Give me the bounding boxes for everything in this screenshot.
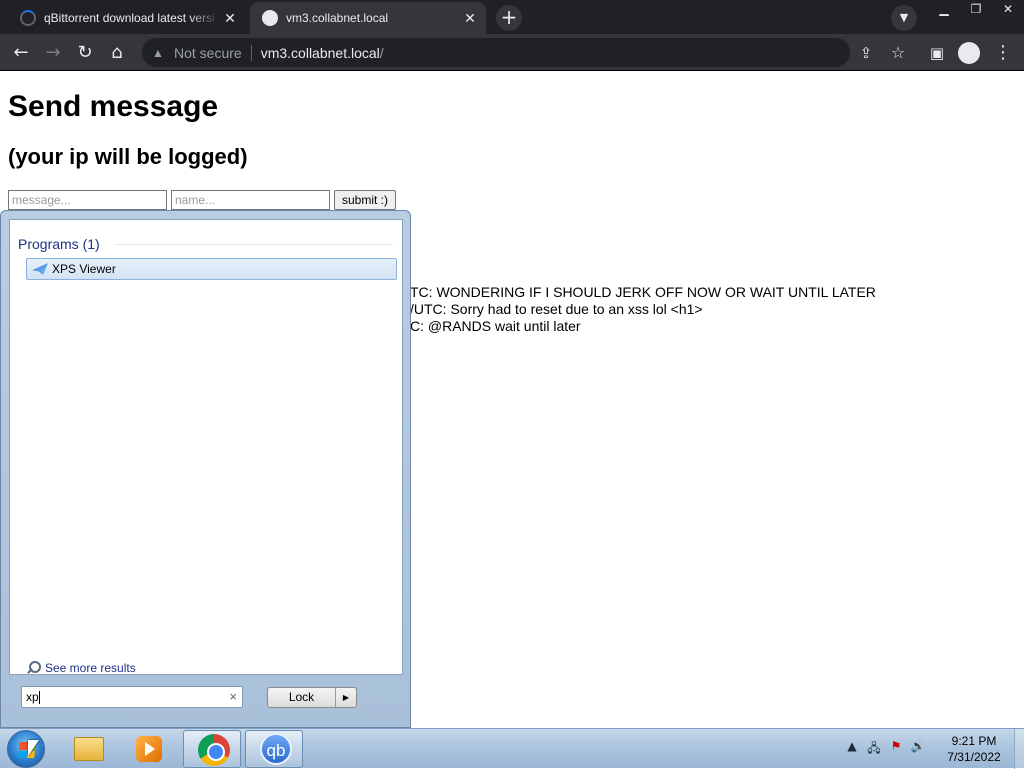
show-hidden-icons-arrow-icon[interactable]: ▲ bbox=[844, 739, 860, 760]
browser-tab-strip: qBittorrent download latest versi ✕ vm3.… bbox=[0, 0, 1024, 34]
home-icon[interactable]: ⌂ bbox=[104, 40, 130, 66]
power-options-arrow-icon[interactable]: ▶ bbox=[335, 688, 356, 707]
side-panel-icon[interactable]: ▣ bbox=[924, 40, 950, 66]
tab-title: vm3.collabnet.local bbox=[286, 11, 389, 25]
chrome-taskbar-button[interactable] bbox=[183, 730, 241, 768]
qbittorrent-taskbar-button[interactable]: qb bbox=[245, 730, 303, 768]
start-search-input[interactable]: xp × bbox=[21, 686, 243, 708]
text-caret bbox=[38, 691, 40, 705]
new-tab-button[interactable]: + bbox=[496, 5, 522, 31]
show-desktop-button[interactable] bbox=[1014, 729, 1024, 769]
restore-button[interactable]: ❐ bbox=[960, 0, 992, 18]
notification-area: ▲ 🖧 ⚑ 🔊 bbox=[844, 739, 926, 760]
search-text: xp bbox=[26, 690, 39, 704]
reload-icon[interactable]: ↻ bbox=[72, 40, 98, 66]
network-icon[interactable]: 🖧 bbox=[866, 739, 882, 760]
menu-kebab-icon[interactable]: ⋮ bbox=[990, 40, 1016, 66]
start-menu: Programs (1) XPS Viewer See more results… bbox=[0, 210, 411, 728]
start-button[interactable] bbox=[7, 730, 45, 768]
volume-icon[interactable]: 🔊 bbox=[910, 739, 926, 760]
system-clock[interactable]: 9:21 PM 7/31/2022 bbox=[930, 733, 1018, 765]
url-path: / bbox=[379, 44, 384, 61]
group-divider bbox=[115, 244, 393, 245]
loading-spinner-icon bbox=[20, 10, 36, 26]
profile-avatar-icon[interactable] bbox=[956, 40, 982, 66]
browser-toolbar: ← → ↻ ⌂ ▲ Not secure vm3.collabnet.local… bbox=[0, 34, 1024, 71]
clear-search-icon[interactable]: × bbox=[229, 687, 237, 707]
xps-viewer-icon bbox=[32, 263, 48, 275]
share-icon[interactable]: ⇪ bbox=[853, 40, 879, 66]
window-controls: ▁ ❐ ✕ bbox=[928, 0, 1024, 18]
message-line: TC: WONDERING IF I SHOULD JERK OFF NOW O… bbox=[410, 284, 876, 300]
windows-explorer-icon[interactable] bbox=[74, 737, 104, 761]
taskbar: qb ▲ 🖧 ⚑ 🔊 9:21 PM 7/31/2022 bbox=[0, 728, 1024, 769]
chrome-icon bbox=[198, 734, 230, 766]
result-label: XPS Viewer bbox=[52, 262, 116, 276]
results-group-heading: Programs (1) bbox=[18, 236, 100, 252]
tab-close-icon[interactable]: ✕ bbox=[220, 10, 240, 27]
page-title: Send message bbox=[8, 90, 219, 123]
tab-close-icon[interactable]: ✕ bbox=[460, 10, 480, 27]
search-results-pane: Programs (1) XPS Viewer See more results bbox=[9, 219, 403, 675]
submit-button[interactable]: submit :) bbox=[334, 190, 397, 210]
globe-icon bbox=[262, 10, 278, 26]
message-list: TC: WONDERING IF I SHOULD JERK OFF NOW O… bbox=[410, 284, 876, 335]
address-bar[interactable]: ▲ Not secure vm3.collabnet.local / bbox=[142, 38, 850, 67]
tab-search-button[interactable]: ▼ bbox=[891, 5, 917, 31]
action-center-flag-icon[interactable]: ⚑ bbox=[888, 739, 904, 760]
bookmark-star-icon[interactable]: ☆ bbox=[885, 40, 911, 66]
tab-qbittorrent[interactable]: qBittorrent download latest versi ✕ bbox=[8, 2, 246, 34]
media-player-icon[interactable] bbox=[136, 736, 162, 762]
tab-vm3-collabnet[interactable]: vm3.collabnet.local ✕ bbox=[250, 2, 486, 34]
see-more-label: See more results bbox=[45, 661, 136, 675]
clock-time: 9:21 PM bbox=[951, 734, 997, 748]
page-subtitle: (your ip will be logged) bbox=[8, 144, 248, 169]
qbittorrent-icon: qb bbox=[260, 733, 292, 765]
tab-title: qBittorrent download latest versi bbox=[44, 11, 215, 25]
address-divider bbox=[250, 44, 252, 61]
url-host: vm3.collabnet.local bbox=[260, 44, 380, 61]
message-form: submit :) bbox=[8, 190, 397, 210]
mouse-cursor-icon bbox=[28, 740, 39, 756]
warning-triangle-icon[interactable]: ▲ bbox=[152, 46, 166, 60]
minimize-button[interactable]: ▁ bbox=[928, 0, 960, 18]
magnifier-icon bbox=[26, 661, 41, 675]
result-xps-viewer[interactable]: XPS Viewer bbox=[26, 258, 397, 280]
message-line: C: @RANDS wait until later bbox=[410, 318, 581, 334]
lock-button[interactable]: Lock ▶ bbox=[267, 687, 357, 708]
message-line: /UTC: Sorry had to reset due to an xss l… bbox=[410, 301, 703, 317]
forward-arrow-icon[interactable]: → bbox=[40, 40, 66, 66]
see-more-results-link[interactable]: See more results bbox=[26, 661, 136, 675]
clock-date: 7/31/2022 bbox=[947, 750, 1001, 764]
lock-label[interactable]: Lock bbox=[268, 688, 335, 707]
back-arrow-icon[interactable]: ← bbox=[8, 40, 34, 66]
security-status[interactable]: Not secure bbox=[174, 45, 242, 61]
close-window-button[interactable]: ✕ bbox=[992, 0, 1024, 18]
message-input[interactable] bbox=[8, 190, 167, 210]
name-input[interactable] bbox=[171, 190, 330, 210]
